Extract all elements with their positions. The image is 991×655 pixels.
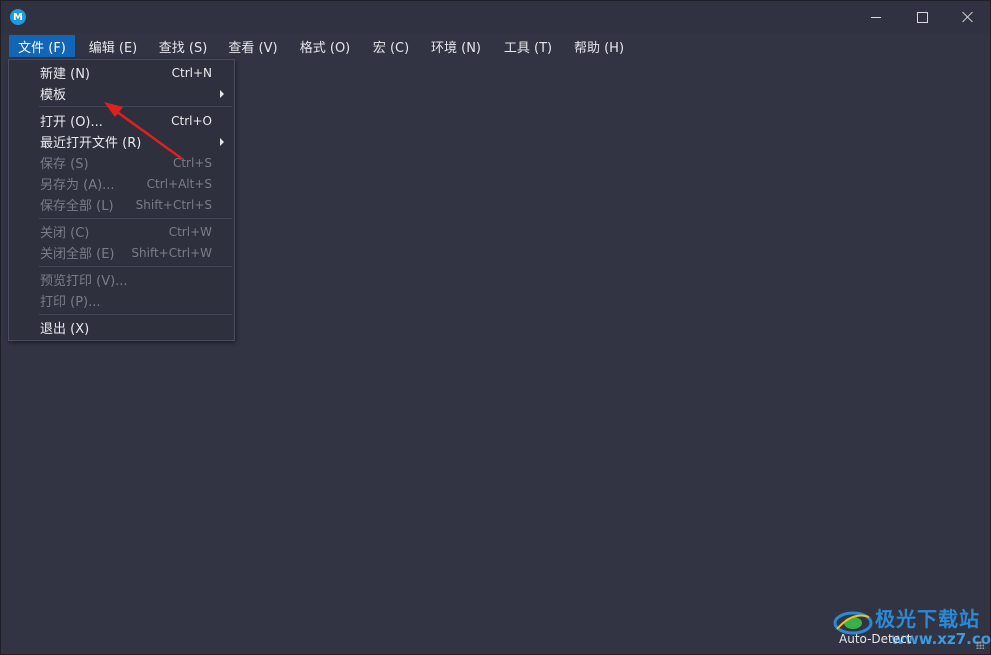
menu-item-save-as[interactable]: 另存为 (A)... Ctrl+Alt+S — [9, 173, 234, 194]
close-button[interactable] — [945, 1, 991, 33]
menu-item-label: 退出 (X) — [40, 322, 90, 337]
submenu-arrow-icon — [220, 138, 224, 146]
menu-item-shortcut: Ctrl+N — [171, 65, 212, 80]
menu-item-print-preview[interactable]: 预览打印 (V)... — [9, 269, 234, 290]
menu-separator — [39, 218, 232, 219]
menu-item-close[interactable]: 关闭 (C) Ctrl+W — [9, 221, 234, 242]
maximize-button[interactable] — [899, 1, 945, 33]
menu-item-recent-files[interactable]: 最近打开文件 (R) — [9, 131, 234, 152]
menu-macro[interactable]: 宏 (C) — [367, 35, 415, 57]
app-logo-icon[interactable]: M — [10, 9, 26, 25]
menu-format[interactable]: 格式 (O) — [293, 35, 357, 57]
menu-environment[interactable]: 环境 (N) — [425, 35, 487, 57]
menu-bar: 文件 (F) 编辑 (E) 查找 (S) 查看 (V) 格式 (O) 宏 (C)… — [1, 34, 990, 58]
menu-item-label: 保存全部 (L) — [40, 199, 114, 214]
menu-item-label: 模板 — [40, 88, 67, 103]
menu-item-label: 关闭全部 (E) — [40, 247, 115, 262]
menu-item-shortcut: Ctrl+S — [172, 155, 212, 170]
resize-grip-icon[interactable] — [976, 641, 984, 649]
menu-item-label: 新建 (N) — [40, 67, 91, 82]
menu-item-label: 关闭 (C) — [40, 226, 90, 241]
maximize-icon — [916, 11, 928, 23]
minimize-icon — [871, 16, 881, 18]
app-window: M 文件 (F) 编辑 (E) 查找 (S) 查看 (V) 格式 (O) 宏 (… — [0, 0, 991, 655]
menu-item-shortcut: Shift+Ctrl+S — [135, 197, 212, 212]
menu-item-label: 预览打印 (V)... — [40, 274, 128, 289]
menu-item-template[interactable]: 模板 — [9, 83, 234, 104]
menu-item-print[interactable]: 打印 (P)... — [9, 290, 234, 311]
menu-file[interactable]: 文件 (F) — [9, 35, 75, 57]
menu-item-open[interactable]: 打开 (O)... Ctrl+O — [9, 110, 234, 131]
menu-item-label: 最近打开文件 (R) — [40, 136, 142, 151]
menu-item-save-all[interactable]: 保存全部 (L) Shift+Ctrl+S — [9, 194, 234, 215]
menu-view[interactable]: 查看 (V) — [223, 35, 283, 57]
menu-separator — [39, 106, 232, 107]
title-bar[interactable]: M — [1, 1, 990, 33]
menu-separator — [39, 266, 232, 267]
menu-item-label: 打印 (P)... — [40, 295, 101, 310]
watermark-name: 极光下载站 — [875, 607, 980, 631]
menu-item-label: 打开 (O)... — [40, 115, 103, 130]
menu-item-label: 保存 (S) — [40, 157, 89, 172]
menu-item-close-all[interactable]: 关闭全部 (E) Shift+Ctrl+W — [9, 242, 234, 263]
menu-tools[interactable]: 工具 (T) — [499, 35, 557, 57]
file-menu-dropdown: 新建 (N) Ctrl+N 模板 打开 (O)... Ctrl+O 最近打开文件… — [8, 59, 235, 341]
submenu-arrow-icon — [220, 90, 224, 98]
menu-item-shortcut: Ctrl+W — [168, 224, 212, 239]
encoding-status[interactable]: Auto-Detect — [839, 632, 911, 646]
menu-item-shortcut: Shift+Ctrl+W — [131, 245, 212, 260]
menu-find[interactable]: 查找 (S) — [153, 35, 213, 57]
minimize-button[interactable] — [853, 1, 899, 33]
menu-separator — [39, 314, 232, 315]
close-icon — [962, 11, 974, 23]
menu-edit[interactable]: 编辑 (E) — [83, 35, 143, 57]
menu-item-new[interactable]: 新建 (N) Ctrl+N — [9, 62, 234, 83]
menu-item-save[interactable]: 保存 (S) Ctrl+S — [9, 152, 234, 173]
menu-item-shortcut: Ctrl+O — [171, 113, 212, 128]
menu-item-shortcut: Ctrl+Alt+S — [146, 176, 212, 191]
menu-item-label: 另存为 (A)... — [40, 178, 115, 193]
menu-item-exit[interactable]: 退出 (X) — [9, 317, 234, 338]
menu-help[interactable]: 帮助 (H) — [569, 35, 629, 57]
